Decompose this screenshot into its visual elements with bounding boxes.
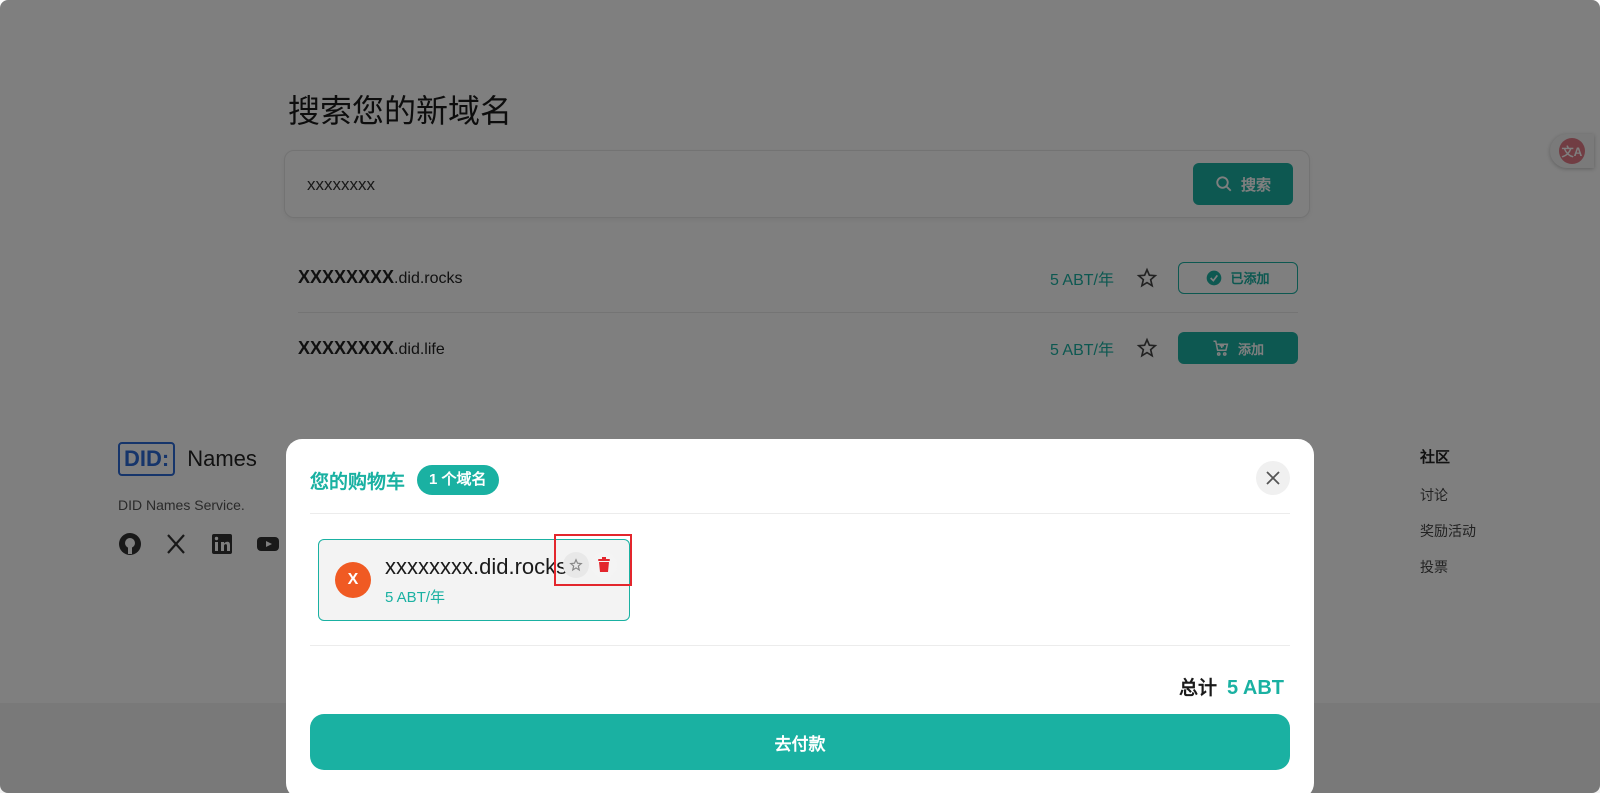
close-icon (1266, 471, 1280, 485)
cart-total: 总计 5 ABT (1179, 673, 1284, 700)
checkout-button[interactable]: 去付款 (310, 714, 1290, 770)
cart-title: 您的购物车 (310, 471, 406, 493)
cart-item-name: xxxxxxxx.did.rocks (385, 554, 568, 579)
total-value: 5 ABT (1226, 677, 1284, 699)
highlight-annotation (554, 534, 632, 586)
divider (310, 645, 1290, 646)
cart-item-price: 5 ABT/年 (385, 589, 446, 606)
divider (310, 513, 1290, 514)
total-label: 总计 (1178, 678, 1217, 699)
cart-header: 您的购物车 1 个域名 (310, 465, 499, 495)
cart-count-badge: 1 个域名 (417, 465, 499, 495)
domain-avatar: X (335, 562, 371, 598)
cart-modal: 您的购物车 1 个域名 X xxxxxxxx.did.rocks 5 ABT/年… (286, 439, 1314, 793)
close-button[interactable] (1256, 461, 1290, 495)
